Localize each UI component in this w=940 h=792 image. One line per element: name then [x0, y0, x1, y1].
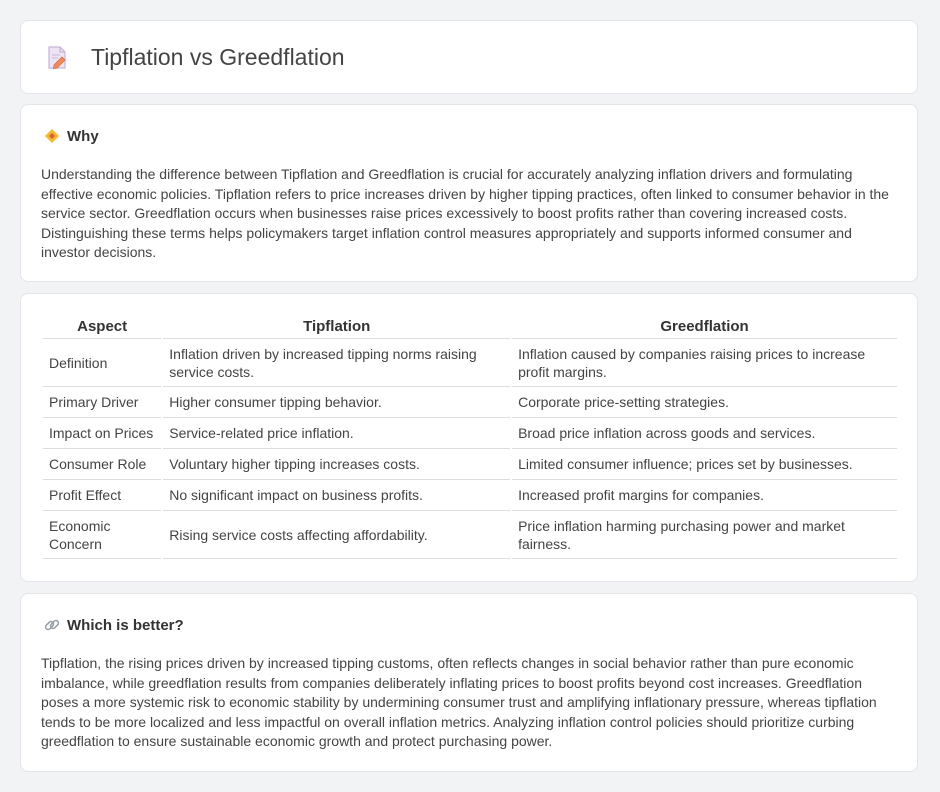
greedflation-cell: Inflation caused by companies raising pr… — [512, 339, 897, 387]
table-row: Primary Driver Higher consumer tipping b… — [43, 387, 897, 418]
aspect-cell: Definition — [43, 339, 162, 387]
tipflation-cell: Rising service costs affecting affordabi… — [163, 511, 511, 559]
table-row: Consumer Role Voluntary higher tipping i… — [43, 449, 897, 480]
aspect-cell: Profit Effect — [43, 480, 162, 511]
which-is-better-heading: Which is better? — [67, 616, 184, 634]
tipflation-cell: No significant impact on business profit… — [163, 480, 511, 511]
greedflation-cell: Increased profit margins for companies. — [512, 480, 897, 511]
aspect-cell: Impact on Prices — [43, 418, 162, 449]
table-row: Impact on Prices Service-related price i… — [43, 418, 897, 449]
diamond-icon — [43, 127, 61, 145]
comparison-table-card: Aspect Tipflation Greedflation Definitio… — [20, 293, 918, 582]
tipflation-cell: Service-related price inflation. — [163, 418, 511, 449]
aspect-cell: Primary Driver — [43, 387, 162, 418]
tipflation-cell: Inflation driven by increased tipping no… — [163, 339, 511, 387]
title-card: Tipflation vs Greedflation — [20, 20, 918, 94]
comparison-table: Aspect Tipflation Greedflation Definitio… — [41, 314, 899, 559]
table-row: Definition Inflation driven by increased… — [43, 339, 897, 387]
column-header-aspect: Aspect — [43, 314, 162, 339]
tipflation-cell: Voluntary higher tipping increases costs… — [163, 449, 511, 480]
column-header-greedflation: Greedflation — [512, 314, 897, 339]
why-text: Understanding the difference between Tip… — [41, 166, 889, 261]
why-heading: Why — [67, 127, 99, 145]
greedflation-cell: Limited consumer influence; prices set b… — [512, 449, 897, 480]
page-title: Tipflation vs Greedflation — [91, 44, 345, 70]
why-section: Why Understanding the difference between… — [20, 104, 918, 282]
which-is-better-section: Which is better? Tipflation, the rising … — [20, 593, 918, 772]
greedflation-cell: Price inflation harming purchasing power… — [512, 511, 897, 559]
greedflation-cell: Broad price inflation across goods and s… — [512, 418, 897, 449]
tipflation-cell: Higher consumer tipping behavior. — [163, 387, 511, 418]
aspect-cell: Consumer Role — [43, 449, 162, 480]
table-row: Economic Concern Rising service costs af… — [43, 511, 897, 559]
which-is-better-text: Tipflation, the rising prices driven by … — [41, 655, 877, 750]
greedflation-cell: Corporate price-setting strategies. — [512, 387, 897, 418]
document-pencil-icon — [45, 45, 69, 76]
table-row: Profit Effect No significant impact on b… — [43, 480, 897, 511]
column-header-tipflation: Tipflation — [163, 314, 511, 339]
aspect-cell: Economic Concern — [43, 511, 162, 559]
link-icon — [43, 616, 61, 634]
